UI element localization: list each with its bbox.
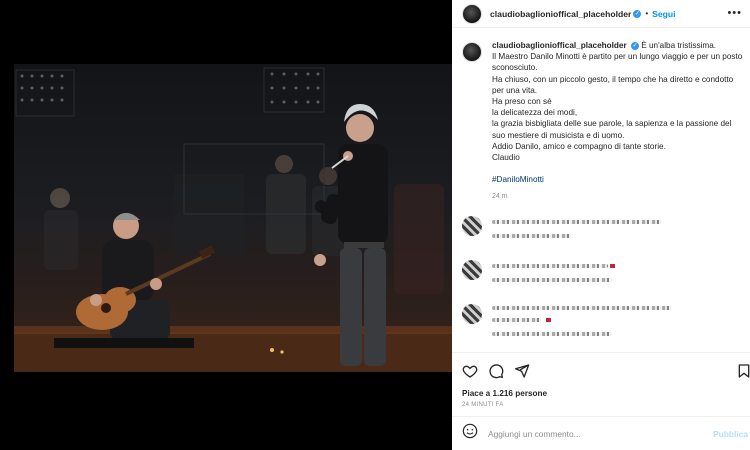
comment-input[interactable] bbox=[488, 428, 688, 439]
commenter-avatar[interactable] bbox=[462, 216, 482, 236]
comment-item bbox=[462, 212, 744, 256]
caption-line: Ha preso con sé bbox=[492, 97, 552, 107]
verified-icon: ✓ bbox=[630, 41, 639, 50]
blurred-comment-meta bbox=[492, 332, 612, 336]
caption-body: claudiobaglionioffical_placeholder ✓ È u… bbox=[492, 40, 744, 203]
comments-list bbox=[462, 212, 744, 344]
blurred-comment-text bbox=[492, 264, 608, 268]
concert-photo-illustration bbox=[14, 67, 452, 372]
likes-count[interactable]: Piace a 1.216 persone bbox=[462, 389, 547, 398]
add-comment-bar: Pubblica bbox=[452, 416, 750, 450]
comment-item bbox=[462, 300, 744, 344]
blurred-comment-text bbox=[492, 220, 662, 224]
comment-item bbox=[462, 256, 744, 300]
caption-line: Ha chiuso, con un piccolo gesto, il temp… bbox=[492, 74, 734, 95]
more-icon[interactable]: ••• bbox=[727, 8, 742, 19]
avatar[interactable] bbox=[462, 3, 482, 24]
post-timestamp: 24 MINUTI FA bbox=[462, 402, 504, 408]
caption-line: la delicatezza dei modi, bbox=[492, 108, 578, 118]
caption-line: Il Maestro Danilo Minotti è partito per … bbox=[492, 52, 743, 73]
separator-dot: • bbox=[645, 9, 649, 18]
caption-time: 24 m bbox=[492, 193, 508, 201]
caption-line: la grazia bisbigliata delle sue parole, … bbox=[492, 119, 732, 140]
media-area bbox=[0, 0, 452, 450]
commenter-avatar[interactable] bbox=[462, 304, 482, 324]
verified-icon: ✓ bbox=[633, 9, 642, 18]
blurred-comment-meta bbox=[492, 234, 572, 238]
post-actions: Piace a 1.216 persone 24 MINUTI FA bbox=[452, 352, 750, 416]
blurred-comment-text bbox=[492, 318, 542, 322]
caption: claudiobaglionioffical_placeholder ✓ È u… bbox=[462, 40, 744, 203]
follow-button[interactable]: Segui bbox=[652, 9, 675, 19]
post-panel: claudiobaglionioffical_placeholder ✓ • S… bbox=[452, 0, 750, 450]
heart-icon[interactable] bbox=[462, 363, 478, 379]
share-icon[interactable] bbox=[514, 363, 530, 379]
caption-line: Claudio bbox=[492, 153, 520, 163]
commenter-avatar[interactable] bbox=[462, 260, 482, 280]
post-photo[interactable] bbox=[14, 64, 452, 372]
smiley-icon[interactable] bbox=[462, 423, 478, 444]
caption-first-line: claudiobaglionioffical_placeholder ✓ È u… bbox=[492, 41, 716, 50]
blurred-comment-text bbox=[492, 306, 672, 310]
comment-icon[interactable] bbox=[488, 363, 504, 379]
hashtag-link[interactable]: #DaniloMinotti bbox=[492, 174, 744, 185]
emoji-icon bbox=[610, 264, 615, 268]
caption-line: Addio Danilo, amico e compagno di tante … bbox=[492, 141, 666, 151]
post-header: claudiobaglionioffical_placeholder ✓ • S… bbox=[452, 0, 750, 28]
caption-avatar[interactable] bbox=[462, 42, 482, 62]
publish-button[interactable]: Pubblica bbox=[713, 429, 748, 439]
bookmark-icon[interactable] bbox=[736, 363, 750, 384]
emoji-icon bbox=[546, 318, 551, 322]
blurred-comment-meta bbox=[492, 278, 612, 282]
caption-line: È un'alba tristissima. bbox=[641, 41, 717, 50]
caption-username[interactable]: claudiobaglionioffical_placeholder bbox=[492, 41, 627, 50]
author-username[interactable]: claudiobaglionioffical_placeholder bbox=[490, 9, 631, 19]
